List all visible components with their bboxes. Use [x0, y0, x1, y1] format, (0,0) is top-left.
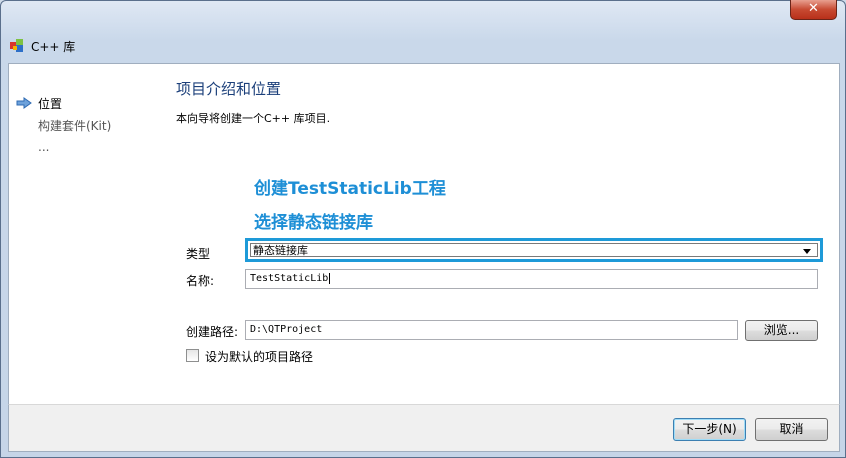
browse-button[interactable]: 浏览... [745, 320, 818, 341]
annotation-select-static-lib: 选择静态链接库 [254, 213, 373, 233]
wizard-steps: 位置 构建套件(Kit) ... [16, 92, 111, 158]
window-title: C++ 库 [31, 39, 76, 54]
step-more: ... [16, 136, 111, 158]
title-bar: C++ 库 [10, 37, 75, 55]
default-path-checkbox[interactable] [186, 349, 199, 362]
close-icon: ✕ [808, 1, 819, 16]
project-name-value: TestStaticLib [250, 273, 329, 284]
default-path-label: 设为默认的项目路径 [205, 350, 314, 364]
library-type-value: 静态链接库 [253, 244, 308, 257]
next-button[interactable]: 下一步(N) [673, 418, 746, 441]
step-location: 位置 [16, 92, 111, 114]
type-label: 类型 [186, 247, 211, 261]
project-name-input[interactable]: TestStaticLib [245, 269, 818, 289]
step-label: 构建套件(Kit) [38, 118, 112, 133]
chevron-down-icon [803, 249, 811, 254]
annotation-create-project: 创建TestStaticLib工程 [254, 179, 446, 199]
right-arrow-icon [16, 97, 32, 109]
step-label: ... [38, 140, 50, 154]
create-path-input[interactable]: D:\QTProject [245, 320, 738, 340]
step-kit: 构建套件(Kit) [16, 114, 111, 136]
path-label: 创建路径: [186, 325, 239, 339]
cancel-button[interactable]: 取消 [755, 418, 828, 441]
name-label: 名称: [186, 274, 215, 288]
close-button[interactable]: ✕ [790, 0, 837, 20]
page-title: 项目介绍和位置 [176, 80, 282, 98]
page-description: 本向导将创建一个C++ 库项目. [176, 112, 331, 125]
qt-creator-cube-icon [10, 39, 24, 53]
library-type-select[interactable]: 静态链接库 [245, 238, 823, 262]
content-panel [8, 63, 840, 406]
step-label: 位置 [38, 96, 63, 111]
create-path-value: D:\QTProject [250, 324, 323, 335]
